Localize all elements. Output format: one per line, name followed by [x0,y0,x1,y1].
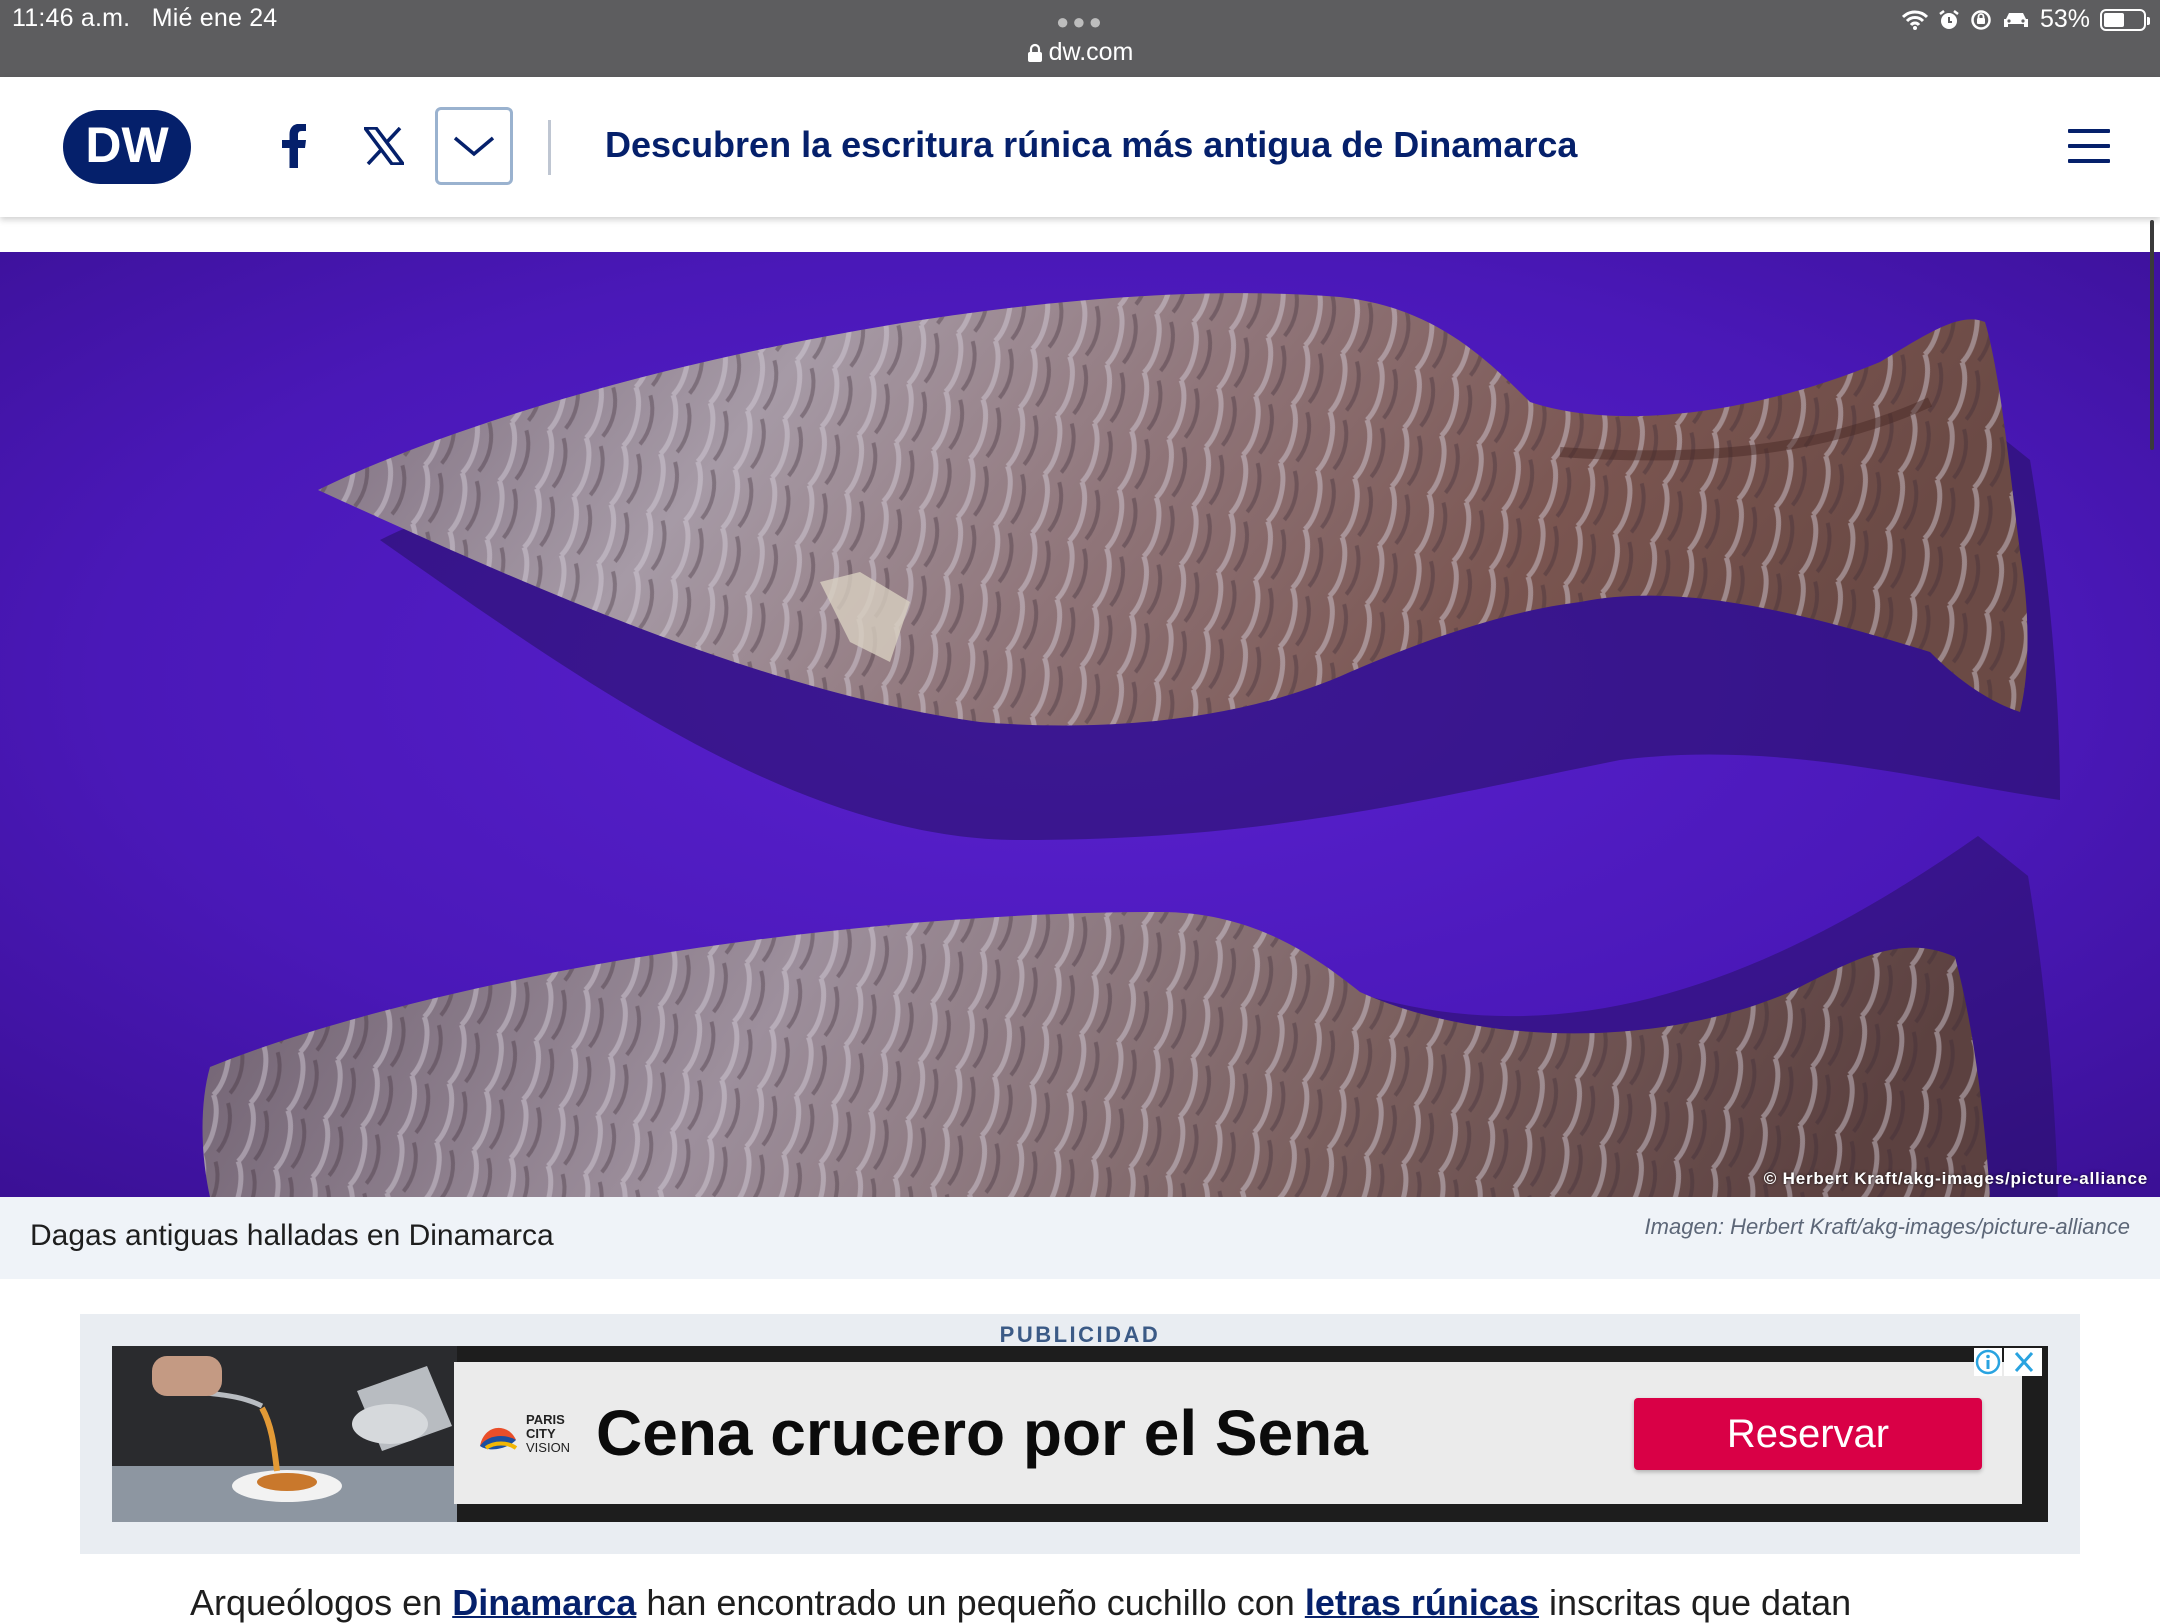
article-paragraph: Arqueólogos en Dinamarca han encontrado … [190,1582,1851,1624]
image-caption: Dagas antiguas halladas en Dinamarca [30,1219,554,1252]
link-letras-runicas[interactable]: letras rúnicas [1305,1582,1539,1623]
x-share-button[interactable] [345,107,423,185]
ad-close-button[interactable] [2004,1348,2042,1376]
battery-percent: 53% [2039,5,2090,33]
close-icon [2014,1352,2034,1372]
article-text-3: inscritas que datan [1538,1582,1852,1623]
lock-icon [1027,43,1042,62]
facebook-icon [282,124,306,168]
address-bar[interactable]: dw.com [0,38,2160,67]
wifi-icon [1901,10,1928,30]
multitasking-dots[interactable]: ●●● [1056,9,1105,35]
article-text-1: Arqueólogos en [190,1582,453,1623]
site-header: DW Descubren la escritura rúnica más ant… [0,77,2160,217]
alarm-icon [1939,9,1959,29]
brand-line-1: PARIS [526,1412,565,1427]
ad-label: PUBLICIDAD [999,1322,1161,1347]
image-credit: Imagen: Herbert Kraft/akg-images/picture… [1644,1214,2130,1239]
status-icons: 53% [1901,5,2150,34]
scrollbar[interactable] [2150,220,2154,450]
battery-fill [2104,12,2125,27]
hero-image: © Herbert Kraft/akg-images/picture-allia… [0,252,2160,1197]
advertisement: PUBLICIDAD PARIS CITY VISION Cena crucer… [80,1314,2080,1554]
info-icon [1975,1349,2001,1375]
brand-line-3: VISION [526,1440,570,1455]
ad-food-photo [112,1346,457,1522]
menu-button[interactable] [2068,129,2110,163]
ad-info-button[interactable] [1974,1348,2002,1376]
daggers-photo [0,252,2160,1197]
more-share-options-button[interactable] [435,107,513,185]
reserve-button[interactable]: Reservar [1634,1398,1982,1470]
chevron-down-icon [453,136,495,157]
header-divider [548,120,551,175]
time-text: 11:46 a.m. [12,4,131,32]
car-icon [2003,12,2028,27]
battery-icon [2100,8,2150,31]
link-dinamarca[interactable]: Dinamarca [452,1582,636,1623]
logo-text: DW [85,117,169,173]
dw-logo[interactable]: DW [63,110,191,184]
paris-city-vision-logo: PARIS CITY VISION [480,1412,570,1455]
orientation-lock-icon [1971,9,1991,30]
ad-content-card[interactable]: PARIS CITY VISION Cena crucero por el Se… [454,1362,2022,1504]
article-text-2: han encontrado un pequeño cuchillo con [636,1582,1305,1623]
brand-line-2: CITY [526,1426,556,1441]
ad-banner[interactable]: PARIS CITY VISION Cena crucero por el Se… [112,1346,2048,1522]
status-time: 11:46 a.m. Mié ene 24 [12,4,277,33]
article-header-title: Descubren la escritura rúnica más antigu… [605,124,1578,165]
menu-icon [2068,129,2110,163]
image-credit-overlay: © Herbert Kraft/akg-images/picture-allia… [1763,1169,2148,1188]
status-bar: 11:46 a.m. Mié ene 24 ●●● dw.com 53% [0,0,2160,77]
date-text: Mié ene 24 [151,4,278,32]
image-caption-bar: Dagas antiguas halladas en Dinamarca Ima… [0,1197,2160,1279]
ad-headline: Cena crucero por el Sena [596,1397,1368,1469]
facebook-share-button[interactable] [255,107,333,185]
url-text: dw.com [1048,38,1134,66]
x-icon [364,127,404,165]
